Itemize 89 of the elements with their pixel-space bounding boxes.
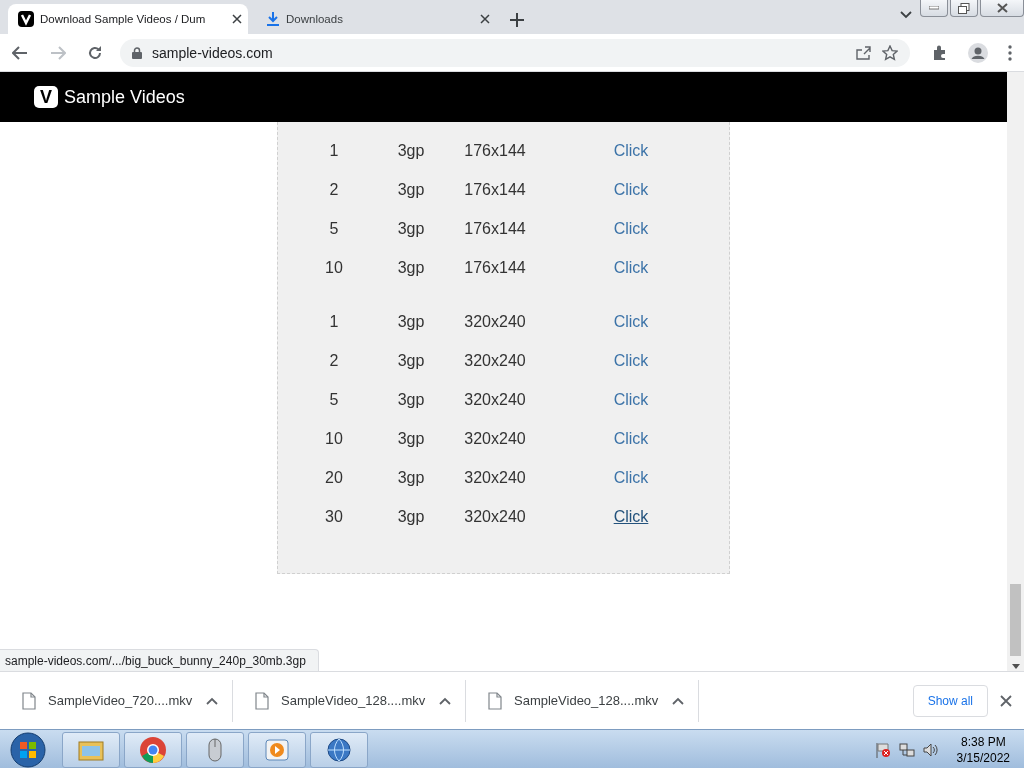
back-icon[interactable] <box>12 45 28 60</box>
format-cell-text: 3gp <box>396 468 426 487</box>
download-item[interactable]: SampleVideo_128....mkv <box>233 679 466 722</box>
format-cell-text: 3gp <box>396 258 426 277</box>
chrome-icon <box>139 735 167 764</box>
format-cell-text: 3gp <box>396 219 426 238</box>
chevron-down-icon[interactable] <box>900 11 912 19</box>
resolution-cell-text: 320x240 <box>463 468 527 487</box>
reload-icon[interactable] <box>88 45 102 60</box>
speaker-icon[interactable] <box>922 741 939 758</box>
download-item[interactable]: SampleVideo_128....mkv <box>466 679 699 722</box>
restore-button[interactable] <box>950 0 978 17</box>
browser-tab[interactable]: Downloads <box>256 4 496 34</box>
network-icon[interactable] <box>898 741 915 758</box>
close-window-button[interactable] <box>980 0 1024 17</box>
star-icon[interactable] <box>882 44 898 61</box>
size-cell-text: 1 <box>328 312 340 331</box>
download-link[interactable]: Click <box>613 141 649 160</box>
format-cell-text: 3gp <box>396 390 426 409</box>
resolution-cell-text: 176x144 <box>463 141 527 160</box>
download-link[interactable]: Click <box>613 180 649 199</box>
browser-tab[interactable]: Download Sample Videos / Dum <box>8 4 248 34</box>
start-orb-icon[interactable] <box>8 730 48 768</box>
minimize-icon <box>929 6 939 10</box>
download-link[interactable]: Click <box>613 219 649 238</box>
download-icon <box>266 11 280 27</box>
size-cell-text: 10 <box>324 258 344 277</box>
resolution-cell-text: 320x240 <box>463 312 527 331</box>
size-cell-text: 1 <box>328 141 340 160</box>
format-cell-text: 3gp <box>396 312 426 331</box>
download-link[interactable]: Click <box>613 351 649 370</box>
size-cell-text: 2 <box>328 180 340 199</box>
resolution-cell-text: 320x240 <box>463 351 527 370</box>
resolution-cell-text: 176x144 <box>463 258 527 277</box>
scroll-down-icon[interactable] <box>1011 664 1020 669</box>
download-item[interactable]: SampleVideo_720....mkv <box>0 679 233 722</box>
size-cell-text: 30 <box>324 507 344 526</box>
size-cell-text: 5 <box>328 390 340 409</box>
show-all-button[interactable]: Show all <box>912 684 988 717</box>
close-icon[interactable] <box>232 14 242 24</box>
close-icon[interactable] <box>1000 694 1012 707</box>
status-bubble: sample-videos.com/.../big_buck_bunny_240p_30mb.3gp <box>0 649 319 671</box>
caret-up-icon[interactable] <box>439 696 451 705</box>
lock-icon <box>132 46 142 59</box>
download-link[interactable]: Click <box>613 507 649 526</box>
menu-icon[interactable] <box>1008 44 1012 61</box>
close-icon <box>996 3 1008 13</box>
puzzle-icon[interactable] <box>932 44 948 61</box>
download-link[interactable]: Click <box>613 312 649 331</box>
size-cell-text: 2 <box>328 351 340 370</box>
file-icon <box>488 691 502 710</box>
file-icon <box>255 691 269 710</box>
download-link[interactable]: Click <box>613 390 649 409</box>
format-cell-text: 3gp <box>396 351 426 370</box>
profile-icon[interactable] <box>968 42 988 63</box>
download-link[interactable]: Click <box>613 468 649 487</box>
clock-time[interactable]: 8:38 PM <box>960 733 1006 750</box>
download-link[interactable]: Click <box>613 258 649 277</box>
taskbar-button[interactable] <box>124 731 182 768</box>
restore-icon <box>958 2 970 14</box>
format-cell-text: 3gp <box>396 507 426 526</box>
globe-icon <box>325 735 353 764</box>
site-logo[interactable]: V <box>34 86 58 108</box>
flag-icon[interactable] <box>874 741 891 758</box>
resolution-cell-text: 320x240 <box>463 429 527 448</box>
address-bar[interactable]: sample-videos.com <box>120 38 910 67</box>
size-cell-text: 10 <box>324 429 344 448</box>
resolution-cell-text: 176x144 <box>463 180 527 199</box>
resolution-cell-text: 320x240 <box>463 507 527 526</box>
download-link[interactable]: Click <box>613 429 649 448</box>
scrollbar-thumb[interactable] <box>1010 584 1021 656</box>
format-cell-text: 3gp <box>396 141 426 160</box>
v-logo-icon <box>18 11 34 27</box>
resolution-cell-text: 320x240 <box>463 390 527 409</box>
site-name[interactable]: Sample Videos <box>64 86 185 108</box>
share-icon[interactable] <box>856 45 872 60</box>
file-icon <box>22 691 36 710</box>
taskbar-button[interactable] <box>310 731 368 768</box>
format-cell-text: 3gp <box>396 429 426 448</box>
caret-up-icon[interactable] <box>206 696 218 705</box>
close-icon[interactable] <box>480 14 490 24</box>
format-cell-text: 3gp <box>396 180 426 199</box>
caret-up-icon[interactable] <box>672 696 684 705</box>
resolution-cell-text: 176x144 <box>463 219 527 238</box>
clock-date[interactable]: 3/15/2022 <box>956 749 1010 766</box>
size-cell-text: 20 <box>324 468 344 487</box>
new-tab-icon[interactable] <box>510 13 524 27</box>
size-cell-text: 5 <box>328 219 340 238</box>
scrollbar[interactable] <box>1007 72 1024 671</box>
